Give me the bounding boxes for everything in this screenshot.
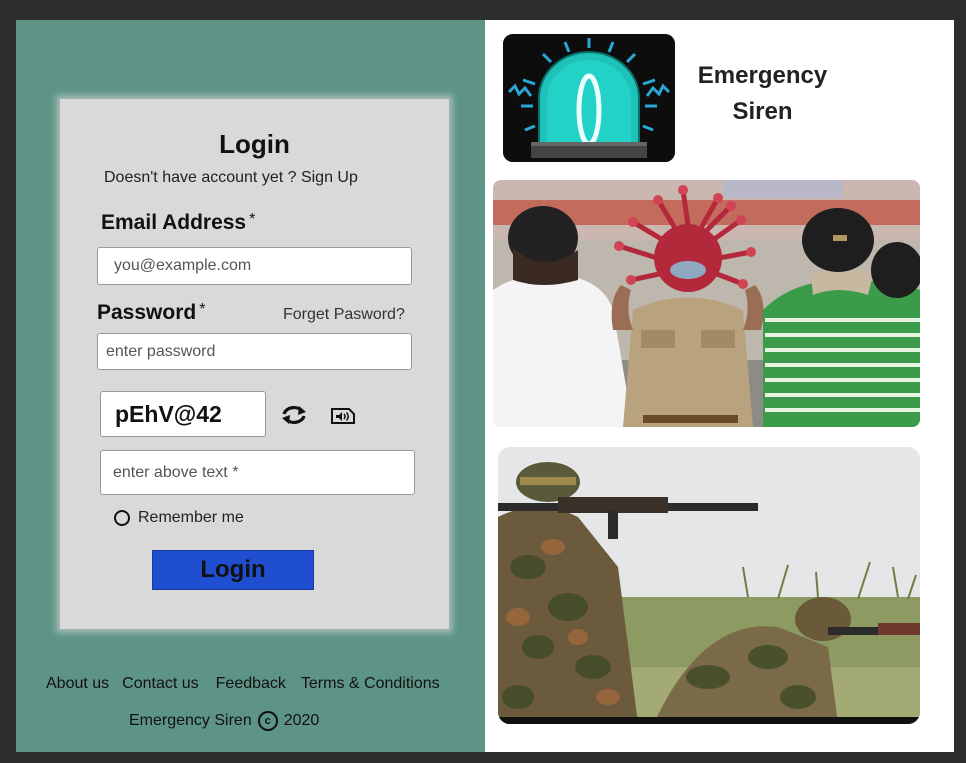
email-label: Email Address * <box>101 211 255 235</box>
captcha-placeholder: enter above text * <box>113 463 239 481</box>
photo-police-checkpoint <box>493 180 920 427</box>
login-button[interactable]: Login <box>152 550 314 590</box>
forget-password-link[interactable]: Forget Pasword? <box>283 306 405 324</box>
remember-me-label: Remember me <box>138 509 244 526</box>
login-title: Login <box>219 129 290 159</box>
email-field[interactable]: you@example.com <box>97 247 412 285</box>
login-card: Login Doesn't have account yet ? Sign Up… <box>60 99 449 629</box>
audio-captcha-icon[interactable] <box>328 402 358 428</box>
brand-line-1: Emergency <box>697 62 828 89</box>
email-required-mark: * <box>249 211 256 228</box>
brand-name: Emergency Siren <box>690 58 835 130</box>
footer-link-feedback[interactable]: Feedback <box>216 675 286 692</box>
captcha-input[interactable]: enter above text * <box>100 450 415 495</box>
email-label-text: Email Address <box>101 211 247 234</box>
footer-links: About us Contact us Feedback Terms & Condit… <box>46 675 453 693</box>
footer-link-terms[interactable]: Terms & Conditions <box>301 675 440 692</box>
siren-icon <box>503 34 675 162</box>
signup-link[interactable]: Doesn't have account yet ? Sign Up <box>104 169 358 187</box>
refresh-icon[interactable] <box>279 402 309 428</box>
copyright: Emergency Siren c 2020 <box>129 711 319 731</box>
brand-panel: Emergency Siren <box>485 20 954 752</box>
brand-line-2: Siren <box>732 98 793 125</box>
copyright-icon: c <box>257 711 278 731</box>
login-panel: Login Doesn't have account yet ? Sign Up… <box>16 20 485 752</box>
password-label: Password * <box>97 301 205 325</box>
captcha-display: pEhV@42 <box>100 391 266 437</box>
copyright-year: 2020 <box>283 712 320 729</box>
password-field[interactable]: enter password <box>97 333 412 370</box>
email-placeholder: you@example.com <box>114 257 252 274</box>
password-label-text: Password <box>97 301 197 324</box>
password-required-mark: * <box>199 301 206 318</box>
password-placeholder: enter password <box>106 342 216 360</box>
copyright-brand: Emergency Siren <box>129 712 252 729</box>
footer-link-about[interactable]: About us <box>46 675 109 692</box>
remember-me-radio[interactable] <box>114 510 130 526</box>
page-frame: Login Doesn't have account yet ? Sign Up… <box>16 20 954 752</box>
photo-soldiers <box>498 447 920 724</box>
footer-link-contact[interactable]: Contact us <box>122 675 198 692</box>
remember-me[interactable]: Remember me <box>114 509 244 527</box>
